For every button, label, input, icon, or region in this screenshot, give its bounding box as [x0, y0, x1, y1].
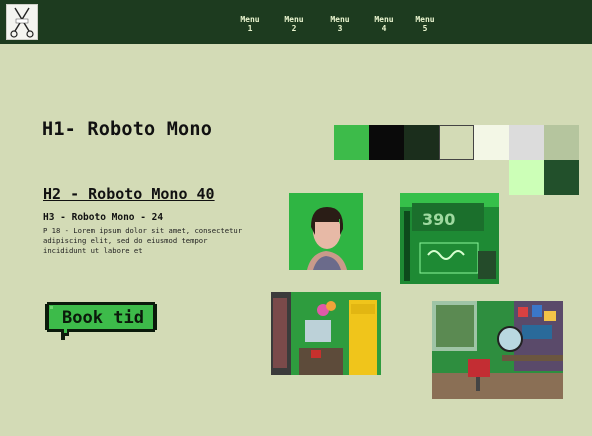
- scissors-logo-icon[interactable]: [6, 4, 38, 40]
- book-button-label: Book tid: [62, 308, 144, 328]
- neon-sign-photo: 390: [400, 193, 499, 284]
- swatch-dark-green: [404, 125, 439, 160]
- salon-room-icon: [271, 292, 381, 375]
- h2-sample: H2 - Roboto Mono 40: [43, 185, 215, 203]
- top-navbar: Menu 1 Menu 2 Menu 3 Menu 4 Menu 5: [0, 0, 592, 44]
- h1-sample: H1- Roboto Mono: [42, 119, 213, 140]
- swatch-light-grey: [509, 125, 544, 160]
- swatch-mint: [509, 160, 544, 195]
- swatch-black: [369, 125, 404, 160]
- swatch-green: [334, 125, 369, 160]
- swatch-forest: [544, 160, 579, 195]
- menu-item-3[interactable]: Menu 3: [320, 15, 360, 33]
- menu-item-5[interactable]: Menu 5: [405, 15, 445, 33]
- menu-item-4[interactable]: Menu 4: [364, 15, 404, 33]
- salon-interior-photo: [271, 292, 381, 375]
- paragraph-sample: P 18 - Lorem ipsum dolor sit amet, conse…: [43, 226, 243, 255]
- portrait-photo: [289, 193, 363, 270]
- h3-sample: H3 - Roboto Mono - 24: [43, 212, 164, 223]
- swatch-olive: [544, 125, 579, 160]
- barber-chair-photo: [432, 301, 563, 399]
- swatch-cream: [474, 125, 509, 160]
- svg-text:390: 390: [422, 210, 455, 229]
- barber-chair-icon: [432, 301, 563, 399]
- neon-sign-icon: 390: [400, 193, 499, 284]
- menu-item-1[interactable]: Menu 1: [230, 15, 270, 33]
- menu-item-2[interactable]: Menu 2: [274, 15, 314, 33]
- swatch-sage: [439, 125, 474, 160]
- person-portrait-icon: [289, 193, 363, 270]
- book-button[interactable]: Book tid: [43, 300, 159, 344]
